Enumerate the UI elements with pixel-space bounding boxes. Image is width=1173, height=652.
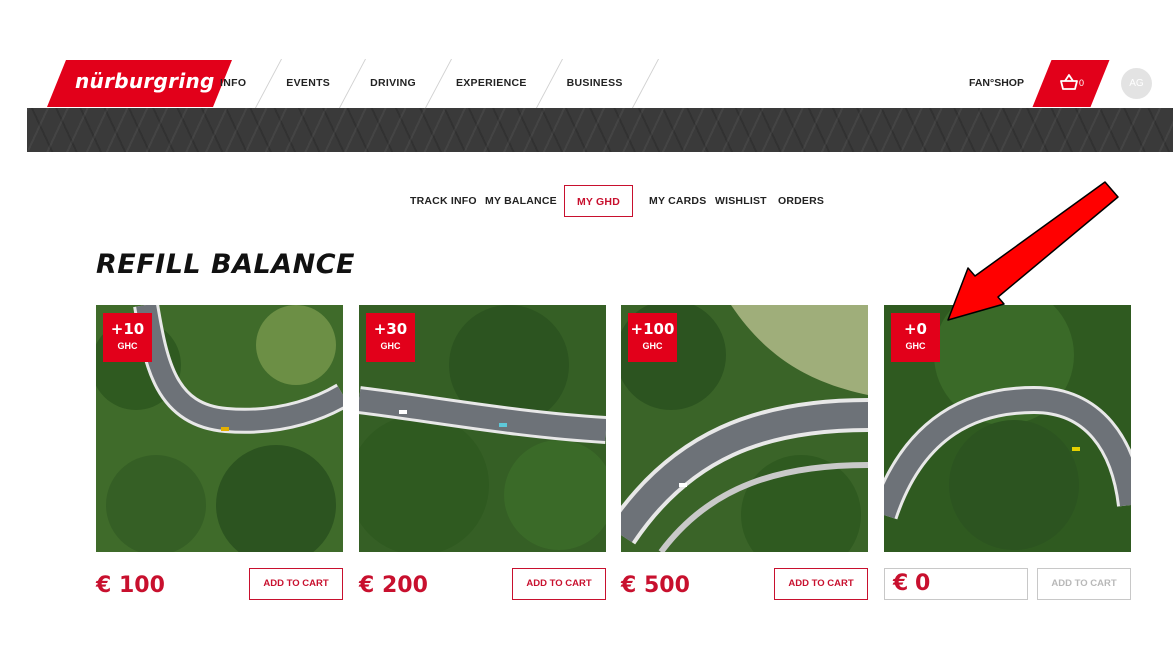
avatar[interactable]: AG [1121, 68, 1152, 99]
ghc-unit: GHC [905, 341, 926, 351]
add-to-cart-button-disabled[interactable]: ADD TO CART [1037, 568, 1131, 600]
custom-amount-input[interactable]: € 0 [884, 568, 1028, 600]
decorative-pattern-bar [27, 108, 1173, 152]
cart-count: 0 [1079, 78, 1084, 88]
subnav-orders[interactable]: ORDERS [778, 185, 824, 217]
main-nav: INFO EVENTS DRIVING EXPERIENCE BUSINESS [202, 59, 645, 108]
ghc-amount: +10 [110, 320, 145, 338]
ghc-amount: +100 [630, 320, 675, 338]
refill-card: +100 GHC € 500 ADD TO CART [621, 305, 868, 600]
price: € 100 [96, 573, 165, 598]
ghc-amount: +30 [373, 320, 408, 338]
refill-card-custom: +0 GHC € 0 ADD TO CART [884, 305, 1131, 600]
fanshop-link[interactable]: FAN°SHOP [969, 59, 1024, 108]
ghc-unit: GHC [642, 341, 663, 351]
subnav-my-balance[interactable]: MY BALANCE [485, 185, 557, 217]
nav-driving[interactable]: DRIVING [352, 59, 438, 108]
ghc-badge: +100 GHC [628, 313, 677, 362]
price: € 200 [359, 573, 428, 598]
ghc-unit: GHC [380, 341, 401, 351]
subnav-my-ghd[interactable]: MY GHD [564, 185, 633, 217]
ghc-badge: +0 GHC [891, 313, 940, 362]
page-title: REFILL BALANCE [96, 249, 355, 280]
nav-info[interactable]: INFO [202, 59, 268, 108]
price: € 500 [621, 573, 690, 598]
track-aerial-image[interactable]: +30 GHC [359, 305, 606, 552]
site-header: nürburgring INFO EVENTS DRIVING EXPERIEN… [27, 59, 1173, 108]
add-to-cart-button[interactable]: ADD TO CART [774, 568, 868, 600]
nav-events[interactable]: EVENTS [268, 59, 352, 108]
track-aerial-image[interactable]: +100 GHC [621, 305, 868, 552]
track-aerial-image[interactable]: +10 GHC [96, 305, 343, 552]
track-aerial-image[interactable]: +0 GHC [884, 305, 1131, 552]
ghc-unit: GHC [117, 341, 138, 351]
refill-card: +30 GHC € 200 ADD TO CART [359, 305, 606, 600]
annotation-arrow-icon [947, 181, 1119, 321]
ghc-badge: +30 GHC [366, 313, 415, 362]
custom-amount-value[interactable]: 0 [915, 571, 930, 596]
add-to-cart-button[interactable]: ADD TO CART [249, 568, 343, 600]
cart-icon[interactable]: 0 [1058, 72, 1088, 94]
nav-business[interactable]: BUSINESS [549, 59, 645, 108]
site-logo[interactable]: nürburgring [75, 69, 215, 93]
nav-experience[interactable]: EXPERIENCE [438, 59, 549, 108]
refill-card: +10 GHC € 100 ADD TO CART [96, 305, 343, 600]
add-to-cart-button[interactable]: ADD TO CART [512, 568, 606, 600]
ghc-amount: +0 [903, 320, 927, 338]
euro-symbol: € [893, 571, 909, 596]
subnav-wishlist[interactable]: WISHLIST [715, 185, 767, 217]
subnav-my-cards[interactable]: MY CARDS [649, 185, 706, 217]
subnav-track-info[interactable]: TRACK INFO [410, 185, 477, 217]
ghc-badge: +10 GHC [103, 313, 152, 362]
